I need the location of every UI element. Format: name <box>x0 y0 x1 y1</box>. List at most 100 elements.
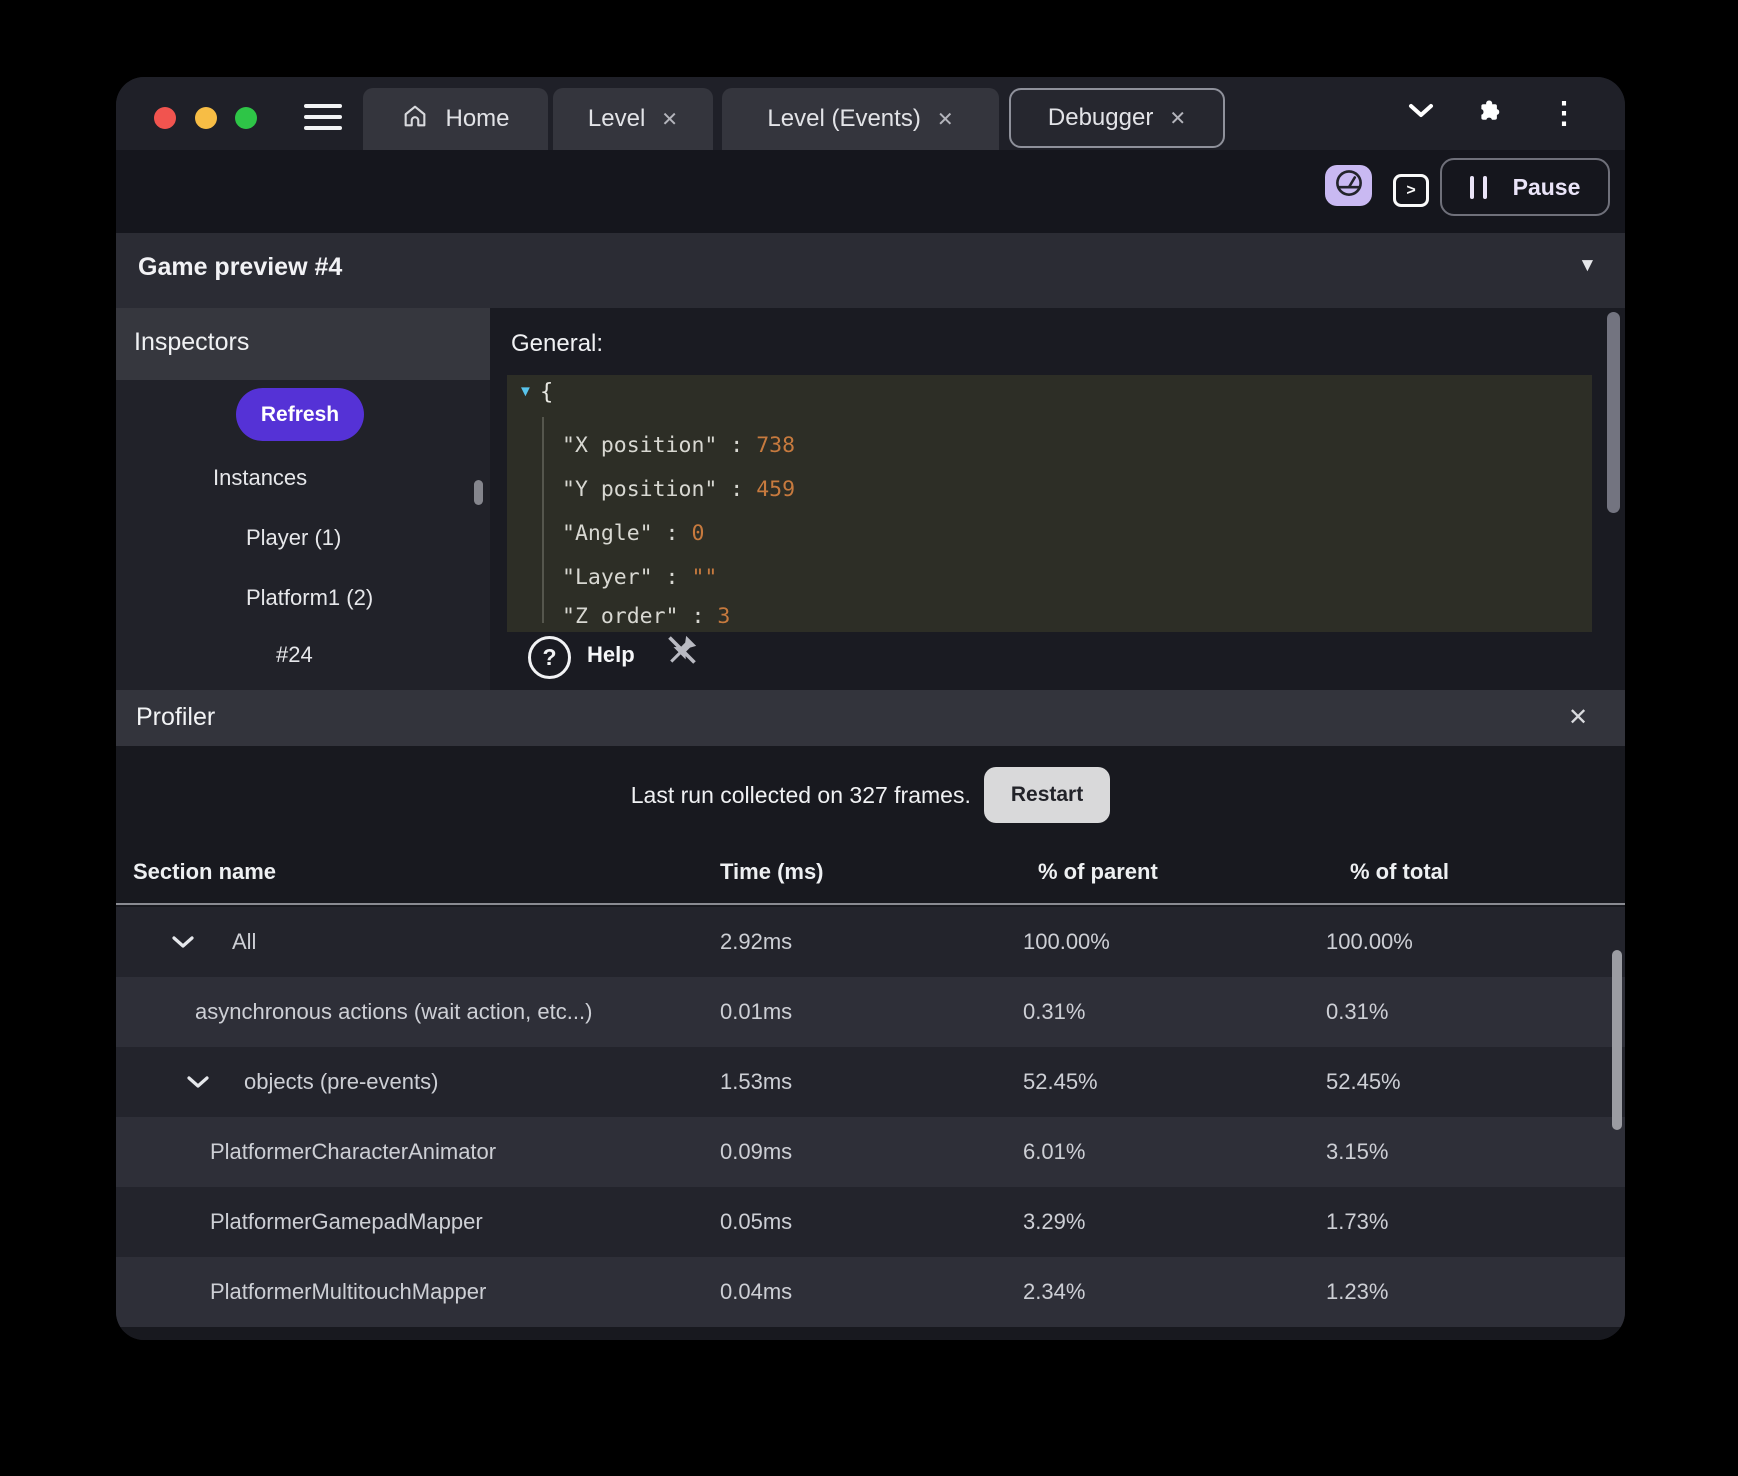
tab-label: Level (Events) <box>767 105 921 132</box>
table-row[interactable]: asynchronous actions (wait action, etc..… <box>116 977 1625 1047</box>
table-row[interactable]: All 2.92ms 100.00% 100.00% <box>116 907 1625 977</box>
close-icon[interactable]: ✕ <box>1169 106 1186 131</box>
debugger-toolbar: > Pause <box>116 150 1625 233</box>
column-header-percent-total: % of total <box>1350 859 1449 884</box>
general-panel: General: ▼ { "X position" : 738 "Y posit… <box>490 308 1625 690</box>
inspector-item-platform1[interactable]: Platform1 (2) <box>246 585 373 611</box>
percent-total-value: 52.45% <box>1326 1069 1401 1094</box>
percent-parent-value: 0.31% <box>1023 999 1086 1024</box>
section-name: PlatformerCharacterAnimator <box>210 1139 497 1164</box>
pause-button[interactable]: Pause <box>1440 158 1610 216</box>
general-scrollbar-thumb[interactable] <box>1607 312 1620 513</box>
profiler-title: Profiler <box>136 703 216 731</box>
extensions-puzzle-icon[interactable] <box>1478 98 1505 130</box>
tab-label: Debugger <box>1047 104 1154 131</box>
percent-parent-value: 100.00% <box>1023 929 1110 954</box>
console-prompt-icon: > <box>1406 181 1416 199</box>
refresh-button[interactable]: Refresh <box>236 388 364 441</box>
percent-total-value: 1.73% <box>1326 1209 1389 1234</box>
speedometer-icon <box>1334 168 1364 203</box>
help-question-icon[interactable]: ? <box>528 636 571 679</box>
time-value: 0.05ms <box>720 1209 793 1234</box>
inspectors-scrollbar-thumb[interactable] <box>474 480 483 505</box>
help-link[interactable]: Help <box>587 642 635 668</box>
json-inspector: ▼ { "X position" : 738 "Y position" : 45… <box>507 375 1592 632</box>
indent-guide <box>542 417 544 623</box>
chevron-down-icon[interactable] <box>1408 103 1434 124</box>
close-icon[interactable]: ✕ <box>1568 703 1588 732</box>
inspectors-title: Inspectors <box>134 328 250 356</box>
expand-triangle-icon[interactable]: ▼ <box>518 383 533 400</box>
json-property: "Angle" : 0 <box>562 521 705 546</box>
time-value: 0.09ms <box>720 1139 793 1164</box>
inspector-item-instance-24[interactable]: #24 <box>276 642 313 668</box>
table-divider <box>116 903 1625 905</box>
restart-button[interactable]: Restart <box>983 767 1111 823</box>
close-icon[interactable]: ✕ <box>661 107 678 132</box>
percent-parent-value: 6.01% <box>1023 1139 1086 1164</box>
time-value: 2.92ms <box>720 929 793 954</box>
section-name: PlatformerMultitouchMapper <box>210 1279 487 1304</box>
tab-bar-actions: ⋮ <box>1396 77 1625 150</box>
section-name: objects (pre-events) <box>244 1069 439 1094</box>
tab-level-events[interactable]: Level (Events) ✕ <box>722 88 999 150</box>
profiler-status-row: Last run collected on 327 frames. Restar… <box>116 767 1625 823</box>
percent-total-value: 3.15% <box>1326 1139 1389 1164</box>
general-title: General: <box>511 330 604 357</box>
column-header-percent-parent: % of parent <box>1038 859 1158 884</box>
section-name: PlatformerGamepadMapper <box>210 1209 483 1234</box>
percent-total-value: 100.00% <box>1326 929 1413 954</box>
pause-icon <box>1469 175 1487 199</box>
profiler-header: Profiler ✕ <box>116 690 1625 746</box>
tab-debugger[interactable]: Debugger ✕ <box>1009 88 1225 148</box>
console-button[interactable]: > <box>1393 174 1429 207</box>
json-open-brace: { <box>540 380 554 405</box>
chevron-down-icon[interactable] <box>171 929 195 955</box>
profiler-scrollbar-thumb[interactable] <box>1612 950 1622 1130</box>
tab-level[interactable]: Level ✕ <box>553 88 713 150</box>
table-row[interactable]: PlatformerCharacterAnimator 0.09ms 6.01%… <box>116 1117 1625 1187</box>
chevron-down-icon[interactable] <box>186 1069 210 1095</box>
inspectors-header: Inspectors <box>116 308 490 380</box>
game-preview-title: Game preview #4 <box>138 253 343 281</box>
table-row[interactable]: PlatformerMultitouchMapper 0.04ms 2.34% … <box>116 1257 1625 1327</box>
column-header-time: Time (ms) <box>720 859 824 884</box>
percent-parent-value: 52.45% <box>1023 1069 1098 1094</box>
time-value: 0.01ms <box>720 999 793 1024</box>
profiler-status-text: Last run collected on 327 frames. <box>630 781 971 808</box>
kebab-menu-icon[interactable]: ⋮ <box>1549 98 1579 129</box>
table-row[interactable]: PlatformerGamepadMapper 0.05ms 3.29% 1.7… <box>116 1187 1625 1257</box>
inspector-item-instances[interactable]: Instances <box>213 465 307 491</box>
collapse-triangle-icon[interactable]: ▼ <box>1578 255 1597 277</box>
percent-total-value: 1.23% <box>1326 1279 1389 1304</box>
tab-label: Level <box>587 105 646 132</box>
time-value: 0.04ms <box>720 1279 793 1304</box>
hamburger-menu-icon[interactable] <box>304 104 342 132</box>
inspector-item-player[interactable]: Player (1) <box>246 525 341 551</box>
json-property: "Y position" : 459 <box>562 477 796 502</box>
percent-parent-value: 3.29% <box>1023 1209 1086 1234</box>
home-icon <box>401 102 429 137</box>
window-zoom-button[interactable] <box>235 107 257 129</box>
profiler-panel: Last run collected on 327 frames. Restar… <box>116 746 1625 1340</box>
window-minimize-button[interactable] <box>195 107 217 129</box>
tab-bar: Home Level ✕ Level (Events) ✕ Debugger ✕… <box>116 77 1625 150</box>
column-header-section-name: Section name <box>133 859 277 884</box>
table-row[interactable]: objects (pre-events) 1.53ms 52.45% 52.45… <box>116 1047 1625 1117</box>
percent-total-value: 0.31% <box>1326 999 1389 1024</box>
json-property: "Z order" : 3 <box>562 604 731 629</box>
profiler-speedometer-button[interactable] <box>1325 165 1372 206</box>
game-preview-header[interactable]: Game preview #4 ▼ <box>116 233 1625 310</box>
window-close-button[interactable] <box>154 107 176 129</box>
close-icon[interactable]: ✕ <box>937 107 954 132</box>
percent-parent-value: 2.34% <box>1023 1279 1086 1304</box>
section-name: All <box>232 929 257 954</box>
unpin-icon[interactable] <box>662 630 702 675</box>
json-property: "Layer" : "" <box>562 565 718 590</box>
app-window: Home Level ✕ Level (Events) ✕ Debugger ✕… <box>116 77 1625 1340</box>
tab-home[interactable]: Home <box>363 88 548 150</box>
section-name: asynchronous actions (wait action, etc..… <box>195 999 593 1024</box>
pause-button-label: Pause <box>1512 173 1581 200</box>
inspectors-panel: Refresh Instances Player (1) Platform1 (… <box>116 380 490 690</box>
tab-label: Home <box>445 105 510 132</box>
